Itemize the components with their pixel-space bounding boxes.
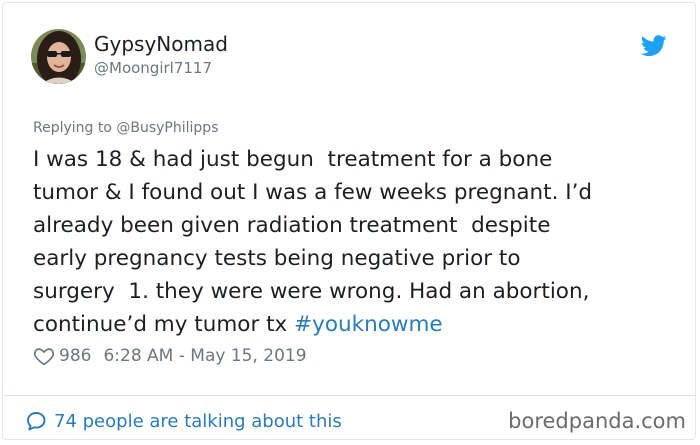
twitter-bird-icon[interactable] [641, 35, 667, 57]
watermark: boredpanda.com [508, 409, 686, 433]
heart-icon[interactable] [33, 345, 55, 367]
tweet-text-line: surgery 1. they were were wrong. Had an … [33, 279, 590, 304]
tweet-meta: 986 6:28 AM - May 15, 2019 [33, 344, 307, 368]
author-display-name[interactable]: GypsyNomad [94, 32, 228, 56]
avatar[interactable] [31, 29, 86, 84]
tweet-text-line: early pregnancy tests being negative pri… [33, 246, 521, 271]
speech-bubble-icon [27, 412, 46, 431]
tweet-text-line: continue’d my tumor tx [33, 312, 295, 337]
conversation-label: 74 people are talking about this [54, 410, 342, 432]
author-handle[interactable]: @Moongirl7117 [94, 59, 212, 77]
footer-divider [2, 395, 696, 396]
tweet-text-line: tumor & I found out I was a few weeks pr… [33, 180, 593, 205]
replying-to[interactable]: Replying to @BusyPhilipps [33, 119, 219, 137]
hashtag-link[interactable]: #youknowme [294, 312, 443, 337]
like-count[interactable]: 986 [59, 346, 91, 366]
tweet-text-line: already been given radiation treatment d… [33, 213, 551, 238]
tweet-text: I was 18 & had just begun treatment for … [33, 143, 683, 341]
tweet-timestamp[interactable]: 6:28 AM - May 15, 2019 [103, 346, 306, 366]
tweet-text-last-line: continue’d my tumor tx #youknowme [33, 308, 683, 341]
avatar-image [31, 29, 86, 84]
conversation-link[interactable]: 74 people are talking about this [24, 407, 342, 435]
tweet-text-line: I was 18 & had just begun treatment for … [33, 147, 553, 172]
